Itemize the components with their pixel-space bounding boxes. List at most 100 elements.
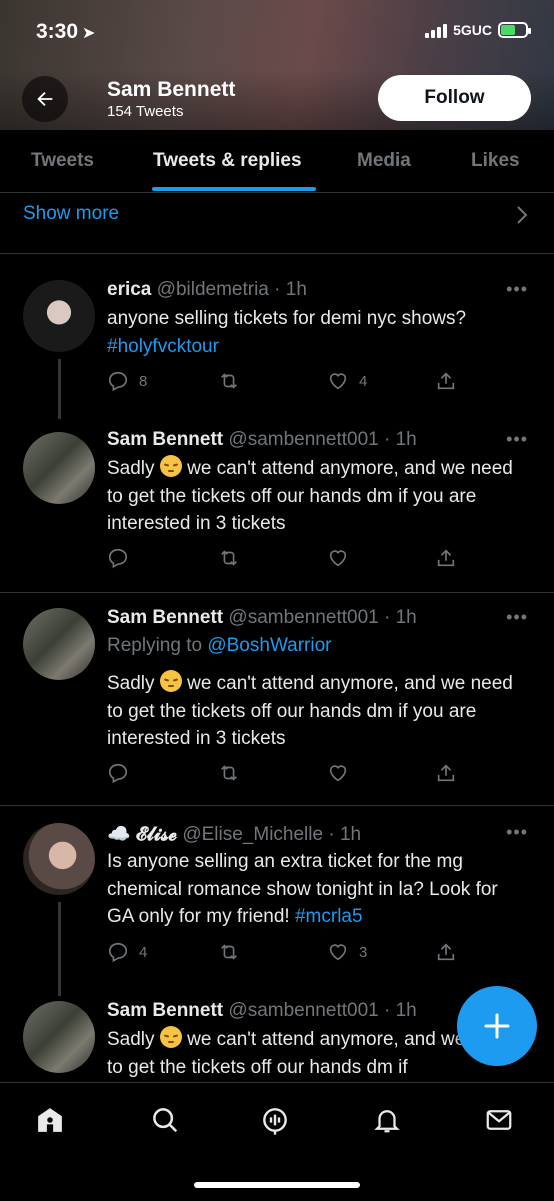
heart-icon (329, 944, 347, 961)
retweet-button[interactable] (217, 547, 241, 569)
like-button[interactable]: 3 (327, 941, 367, 963)
home-indicator (194, 1182, 360, 1188)
network-label: 5GUC (453, 22, 492, 38)
location-arrow-icon: ➤ (82, 25, 96, 42)
messages-icon[interactable] (482, 1103, 516, 1137)
more-options-icon[interactable]: ••• (506, 429, 528, 450)
tweet-author-name[interactable]: ☁️ 𝓔𝓵𝓲𝓼𝓮 (107, 824, 177, 845)
avatar[interactable] (23, 1001, 95, 1073)
tab-tweets-replies[interactable]: Tweets & replies (153, 150, 302, 172)
reply-icon (108, 763, 128, 784)
tweet-count: 154 Tweets (107, 103, 184, 120)
spaces-icon[interactable] (258, 1103, 292, 1137)
tweet[interactable]: Sam Bennett @sambennett001 · 1h ••• Sadl… (0, 419, 554, 593)
like-button[interactable] (327, 547, 349, 569)
tweet-text: Sadly we can't attend anymore, and we ne… (107, 670, 527, 753)
show-more-row[interactable]: Show more (0, 193, 554, 254)
reply-icon (108, 942, 128, 963)
tweet-handle: @bildemetria · 1h (156, 279, 307, 300)
share-icon (437, 943, 455, 961)
arrow-left-icon (37, 91, 53, 107)
share-icon (437, 549, 455, 567)
tweet-text: anyone selling tickets for demi nyc show… (107, 305, 527, 360)
avatar[interactable] (23, 432, 95, 504)
pensive-face-icon (159, 455, 182, 477)
thread-line (58, 359, 61, 419)
status-indicators: 5GUC (425, 22, 531, 38)
tweet-author-name[interactable]: Sam Bennett (107, 429, 223, 450)
share-icon (437, 764, 455, 782)
tweet-author-name[interactable]: Sam Bennett (107, 1000, 223, 1021)
reply-button[interactable]: 8 (107, 370, 147, 392)
retweet-button[interactable] (217, 762, 241, 784)
more-options-icon[interactable]: ••• (506, 607, 528, 628)
retweet-icon (221, 550, 237, 566)
tweet-actions (107, 762, 457, 788)
like-count: 4 (359, 372, 368, 390)
hashtag-link[interactable]: #holyfvcktour (107, 336, 219, 357)
tweet-header: Sam Bennett @sambennett001 · 1h (107, 429, 417, 451)
compose-tweet-button[interactable] (457, 986, 537, 1066)
tweet-author-name[interactable]: erica (107, 279, 151, 300)
tab-tweets[interactable]: Tweets (31, 150, 94, 172)
like-button[interactable]: 4 (327, 370, 367, 392)
back-button[interactable] (22, 76, 68, 122)
hashtag-link[interactable]: #mcrla5 (295, 906, 363, 927)
heart-icon (329, 550, 347, 567)
tweet-actions (107, 547, 457, 573)
share-button[interactable] (435, 370, 457, 392)
tweet-author-name[interactable]: Sam Bennett (107, 607, 223, 628)
tweet-handle: @sambennett001 · 1h (228, 607, 417, 628)
follow-button[interactable]: Follow (378, 75, 531, 121)
reply-icon (108, 371, 128, 392)
heart-icon (329, 765, 347, 782)
notifications-icon[interactable] (370, 1103, 404, 1137)
mention-link[interactable]: @BoshWarrior (207, 635, 331, 656)
pensive-face-icon (159, 670, 182, 692)
more-options-icon[interactable]: ••• (506, 279, 528, 300)
avatar[interactable] (23, 823, 95, 895)
tweet-handle: @sambennett001 · 1h (228, 429, 417, 450)
share-button[interactable] (435, 762, 457, 784)
tweet-header: Sam Bennett @sambennett001 · 1h (107, 1000, 417, 1022)
like-button[interactable] (327, 762, 349, 784)
heart-icon (329, 373, 347, 390)
signal-icon (425, 22, 448, 38)
reply-button[interactable] (107, 547, 129, 569)
reply-icon (108, 548, 128, 569)
share-button[interactable] (435, 941, 457, 963)
tab-media[interactable]: Media (357, 150, 411, 172)
profile-header: 3:30 ➤ 5GUC Sam Bennett 154 Tweets Follow (0, 0, 554, 130)
tweet-actions: 4 3 (107, 941, 457, 967)
search-icon[interactable] (148, 1103, 182, 1137)
pensive-face-icon (159, 1026, 182, 1048)
tab-likes[interactable]: Likes (471, 150, 520, 172)
battery-icon (498, 22, 531, 38)
reply-button[interactable] (107, 762, 129, 784)
replying-prefix: Replying to (107, 635, 203, 656)
show-more-link[interactable]: Show more (23, 203, 119, 225)
tweet-text: Sadly we can't attend anymore, and we ne… (107, 455, 527, 538)
tweet-header: erica @bildemetria · 1h (107, 279, 307, 301)
tweet-body-start: Sadly (107, 1029, 155, 1050)
share-icon (437, 372, 455, 390)
tweet-header: Sam Bennett @sambennett001 · 1h (107, 607, 417, 629)
tweet-header: ☁️ 𝓔𝓵𝓲𝓼𝓮 @Elise_Michelle · 1h (107, 822, 361, 846)
avatar[interactable] (23, 608, 95, 680)
avatar[interactable] (23, 280, 95, 352)
retweet-icon (221, 373, 237, 389)
share-button[interactable] (435, 547, 457, 569)
status-time-text: 3:30 (36, 20, 79, 43)
tweet[interactable]: Sam Bennett @sambennett001 · 1h ••• Repl… (0, 593, 554, 806)
more-options-icon[interactable]: ••• (506, 822, 528, 843)
retweet-button[interactable] (217, 370, 241, 392)
chevron-right-icon (517, 206, 528, 224)
reply-count: 8 (139, 372, 148, 390)
reply-button[interactable]: 4 (107, 941, 147, 963)
profile-name: Sam Bennett (107, 78, 236, 101)
replying-to: Replying to @BoshWarrior (107, 635, 332, 657)
retweet-button[interactable] (217, 941, 241, 963)
home-icon[interactable] (33, 1103, 67, 1137)
thread-line (58, 902, 61, 996)
retweet-icon (221, 944, 237, 960)
